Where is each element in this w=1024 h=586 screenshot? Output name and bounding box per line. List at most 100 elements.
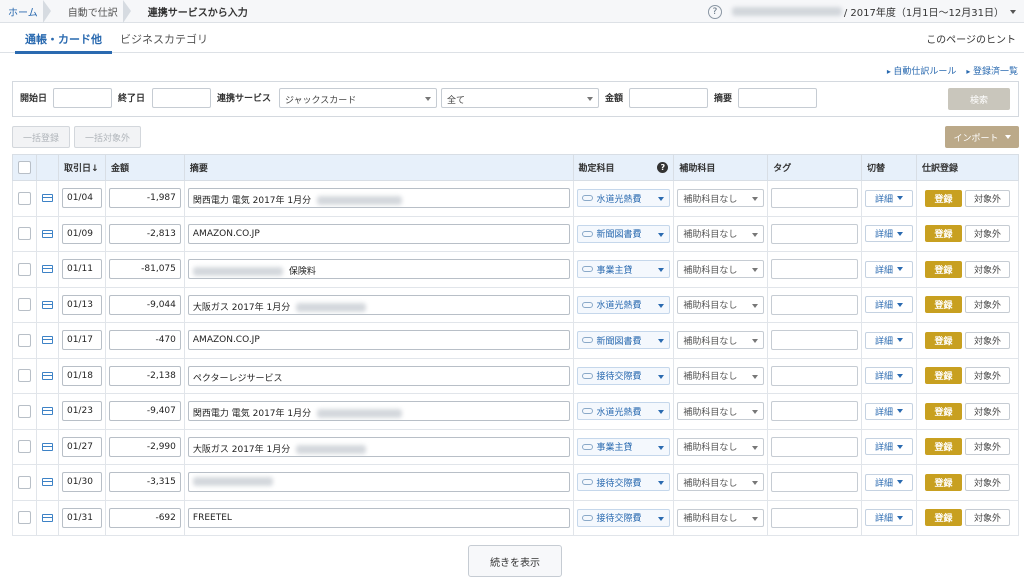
chevron-down-icon[interactable] — [1010, 9, 1016, 14]
memo-input[interactable]: FREETEL — [187, 507, 570, 528]
sub-account-select[interactable]: 補助科目なし — [677, 473, 765, 492]
account-select[interactable]: 接待交際費 — [576, 473, 671, 492]
exclude-button[interactable]: 対象外 — [964, 473, 1010, 491]
detail-button[interactable]: 詳細 — [865, 509, 913, 527]
detail-button[interactable]: 詳細 — [865, 402, 913, 420]
account-filter-select[interactable]: 全て — [441, 88, 599, 108]
exclude-button[interactable]: 対象外 — [964, 260, 1010, 278]
tag-input[interactable] — [771, 294, 859, 315]
memo-input[interactable] — [738, 88, 817, 108]
sub-account-select[interactable]: 補助科目なし — [677, 224, 765, 243]
sub-account-select[interactable]: 補助科目なし — [677, 260, 765, 279]
row-checkbox[interactable] — [18, 475, 31, 489]
detail-button[interactable]: 詳細 — [865, 367, 913, 385]
tag-input[interactable] — [771, 472, 859, 493]
amount-input[interactable]: -692 — [108, 507, 181, 528]
account-select[interactable]: 新聞図書費 — [576, 331, 671, 350]
sub-account-select[interactable]: 補助科目なし — [677, 402, 765, 421]
register-button[interactable]: 登録 — [924, 225, 962, 243]
exclude-button[interactable]: 対象外 — [964, 296, 1010, 314]
register-button[interactable]: 登録 — [924, 402, 962, 420]
register-button[interactable]: 登録 — [924, 438, 962, 456]
tag-input[interactable] — [771, 188, 859, 209]
help-icon[interactable]: ? — [707, 4, 722, 19]
row-checkbox[interactable] — [18, 298, 31, 312]
registered-list-link[interactable]: 登録済一覧 — [966, 64, 1018, 77]
date-input[interactable]: 01/13 — [61, 294, 102, 315]
fiscal-year[interactable]: / 2017年度（1月1日〜12月31日） — [844, 4, 1004, 19]
sub-account-select[interactable]: 補助科目なし — [677, 508, 765, 527]
exclude-button[interactable]: 対象外 — [964, 225, 1010, 243]
date-input[interactable]: 01/23 — [61, 401, 102, 422]
tag-input[interactable] — [771, 365, 859, 386]
amount-input[interactable]: -2,813 — [108, 223, 181, 244]
end-date-input[interactable] — [152, 88, 211, 108]
amount-input[interactable]: -2,138 — [108, 365, 181, 386]
search-button[interactable]: 検索 — [948, 88, 1010, 110]
select-all-checkbox[interactable] — [18, 161, 31, 174]
date-input[interactable]: 01/17 — [61, 330, 102, 351]
row-checkbox[interactable] — [18, 369, 31, 383]
memo-input[interactable]: 関西電力 電気 2017年 1月分 — [187, 188, 570, 209]
memo-input[interactable]: 大阪ガス 2017年 1月分 — [187, 294, 570, 315]
amount-input[interactable]: -9,044 — [108, 294, 181, 315]
exclude-button[interactable]: 対象外 — [964, 402, 1010, 420]
tag-input[interactable] — [771, 259, 859, 280]
breadcrumb-auto-journal[interactable]: 自動で仕訳 — [50, 0, 131, 23]
account-select[interactable]: 接待交際費 — [576, 508, 671, 527]
account-select[interactable]: 水道光熱費 — [576, 402, 671, 421]
date-input[interactable]: 01/04 — [61, 188, 102, 209]
account-select[interactable]: 水道光熱費 — [576, 295, 671, 314]
exclude-button[interactable]: 対象外 — [964, 367, 1010, 385]
sub-account-select[interactable]: 補助科目なし — [677, 295, 765, 314]
detail-button[interactable]: 詳細 — [865, 438, 913, 456]
tab-bank-card[interactable]: 通帳・カード他 — [15, 31, 112, 54]
memo-input[interactable]: AMAZON.CO.JP — [187, 223, 570, 244]
memo-input[interactable]: 保険料 — [187, 259, 570, 280]
detail-button[interactable]: 詳細 — [865, 331, 913, 349]
row-checkbox[interactable] — [18, 262, 31, 276]
start-date-input[interactable] — [53, 88, 112, 108]
date-input[interactable]: 01/31 — [61, 507, 102, 528]
page-hint-link[interactable]: このページのヒント — [926, 31, 1016, 46]
amount-input[interactable]: -81,075 — [108, 259, 181, 280]
auto-rule-link[interactable]: 自動仕訳ルール — [887, 64, 956, 77]
row-checkbox[interactable] — [18, 333, 31, 347]
tag-input[interactable] — [771, 401, 859, 422]
bulk-register-button[interactable]: 一括登録 — [12, 126, 71, 148]
row-checkbox[interactable] — [18, 404, 31, 418]
date-input[interactable]: 01/18 — [61, 365, 102, 386]
amount-input[interactable]: -1,987 — [108, 188, 181, 209]
amount-input[interactable]: -470 — [108, 330, 181, 351]
help-icon[interactable]: ? — [657, 162, 669, 173]
register-button[interactable]: 登録 — [924, 296, 962, 314]
date-input[interactable]: 01/30 — [61, 472, 102, 493]
service-select[interactable]: ジャックスカード — [279, 88, 437, 108]
register-button[interactable]: 登録 — [924, 367, 962, 385]
row-checkbox[interactable] — [18, 191, 31, 205]
tag-input[interactable] — [771, 330, 859, 351]
account-select[interactable]: 接待交際費 — [576, 366, 671, 385]
exclude-button[interactable]: 対象外 — [964, 509, 1010, 527]
detail-button[interactable]: 詳細 — [865, 260, 913, 278]
account-select[interactable]: 新聞図書費 — [576, 224, 671, 243]
amount-input[interactable]: -2,990 — [108, 436, 181, 457]
memo-input[interactable]: ペクターレジサービス — [187, 365, 570, 386]
register-button[interactable]: 登録 — [924, 509, 962, 527]
register-button[interactable]: 登録 — [924, 189, 962, 207]
row-checkbox[interactable] — [18, 227, 31, 241]
account-select[interactable]: 水道光熱費 — [576, 189, 671, 208]
register-button[interactable]: 登録 — [924, 260, 962, 278]
memo-input[interactable]: 大阪ガス 2017年 1月分 — [187, 436, 570, 457]
row-checkbox[interactable] — [18, 511, 31, 525]
date-input[interactable]: 01/11 — [61, 259, 102, 280]
memo-input[interactable]: 関西電力 電気 2017年 1月分 — [187, 401, 570, 422]
show-more-button[interactable]: 続きを表示 — [468, 545, 562, 577]
import-button[interactable]: インポート — [945, 126, 1019, 148]
date-input[interactable]: 01/27 — [61, 436, 102, 457]
date-header[interactable]: 取引日↓ — [57, 154, 106, 181]
amount-input[interactable]: -9,407 — [108, 401, 181, 422]
sub-account-select[interactable]: 補助科目なし — [677, 437, 765, 456]
tag-input[interactable] — [771, 223, 859, 244]
memo-input[interactable] — [187, 472, 570, 493]
